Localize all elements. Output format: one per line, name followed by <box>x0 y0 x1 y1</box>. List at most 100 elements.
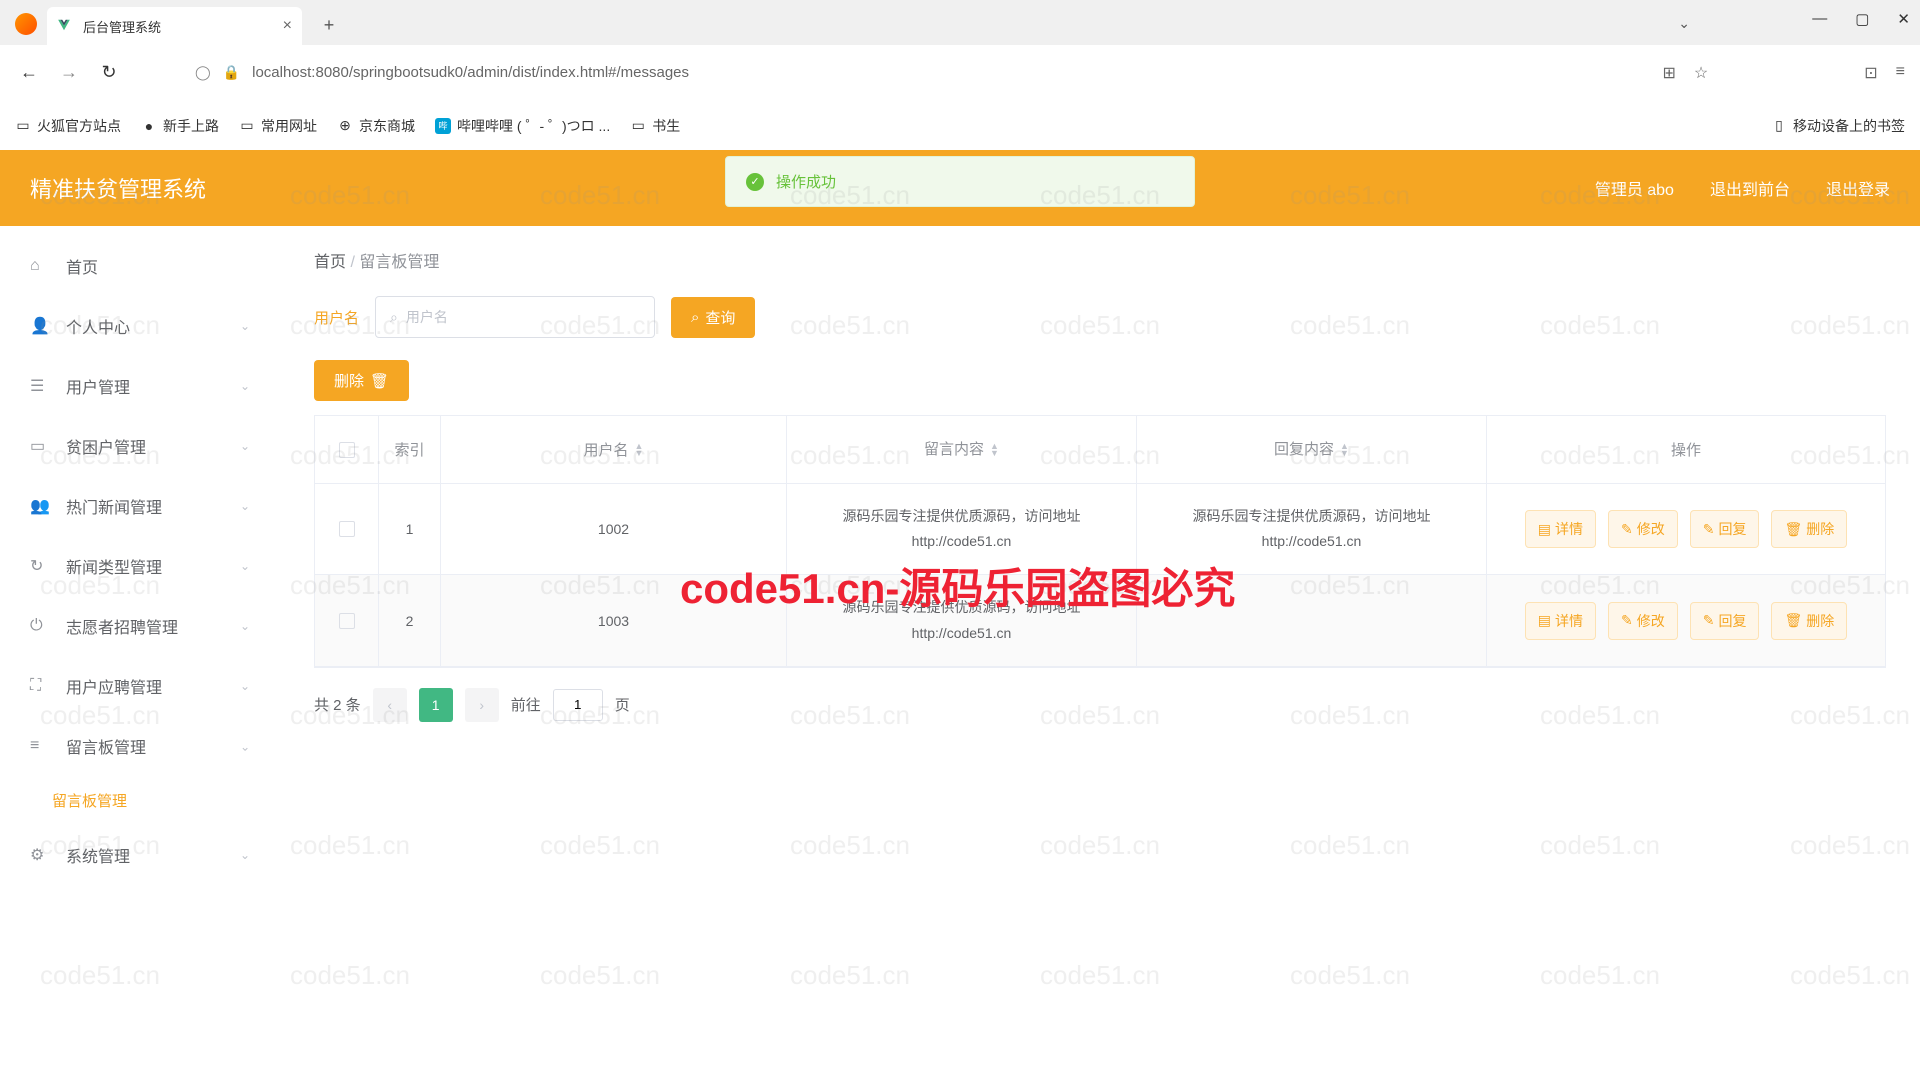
row-checkbox[interactable] <box>339 521 355 537</box>
batch-delete-button[interactable]: 删除 🗑 <box>314 360 409 401</box>
breadcrumb-current: 留言板管理 <box>359 254 439 271</box>
refresh-icon: ↻ <box>30 556 50 576</box>
doc-icon: ▤ <box>1538 521 1551 538</box>
power-icon: ⏻ <box>30 617 50 635</box>
pager-next[interactable]: › <box>465 688 499 722</box>
edit-icon: ✎ <box>1621 521 1633 538</box>
folder-icon: ▭ <box>239 118 255 134</box>
mobile-icon: ▯ <box>1771 118 1787 134</box>
breadcrumb-home[interactable]: 首页 <box>314 254 346 271</box>
chevron-up-icon: ⌃ <box>240 739 250 753</box>
detail-button[interactable]: ▤详情 <box>1525 510 1596 548</box>
bookmark-item[interactable]: ⊕京东商城 <box>337 116 415 136</box>
sidebar-item-system[interactable]: ⚙系统管理⌄ <box>0 825 280 885</box>
cell-reply: 源码乐园专注提供优质源码，访问地址http://code51.cn <box>1137 484 1487 574</box>
bookmarks-bar: ▭火狐官方站点 ●新手上路 ▭常用网址 ⊕京东商城 哔哔哩哔哩 ( ゜- ゜)つ… <box>0 100 1920 150</box>
bookmark-item[interactable]: ●新手上路 <box>141 116 219 136</box>
qr-icon[interactable]: ⊞ <box>1663 63 1676 83</box>
bookmark-item[interactable]: 哔哔哩哔哩 ( ゜- ゜)つロ ... <box>435 116 610 136</box>
minimize-icon[interactable]: — <box>1812 10 1827 28</box>
row-checkbox[interactable] <box>339 613 355 629</box>
search-input[interactable]: ⌕ 用户名 <box>375 296 655 338</box>
col-msg[interactable]: 留言内容▲▼ <box>787 416 1137 483</box>
sidebar-item-poverty[interactable]: ▭贫困户管理⌄ <box>0 416 280 476</box>
user-icon: 👤 <box>30 316 50 336</box>
bookmark-item[interactable]: ▭书生 <box>630 116 680 136</box>
mobile-bookmarks[interactable]: ▯移动设备上的书签 <box>1771 116 1905 136</box>
to-frontend-link[interactable]: 退出到前台 <box>1710 176 1790 200</box>
tabs-dropdown-icon[interactable]: ⌄ <box>1678 15 1690 32</box>
logout-link[interactable]: 退出登录 <box>1826 176 1890 200</box>
edit-button[interactable]: ✎修改 <box>1608 602 1678 640</box>
cell-msg: 源码乐园专注提供优质源码，访问地址http://code51.cn <box>787 575 1137 665</box>
sidebar: ⌂首页 👤个人中心⌄ ☰用户管理⌄ ▭贫困户管理⌄ 👥热门新闻管理⌄ ↻新闻类型… <box>0 226 280 1086</box>
app-header: 精准扶贫管理系统 ✓ 操作成功 管理员 abo 退出到前台 退出登录 <box>0 150 1920 226</box>
detail-button[interactable]: ▤详情 <box>1525 602 1596 640</box>
maximize-icon[interactable]: ▢ <box>1855 10 1869 28</box>
forward-icon[interactable]: → <box>55 62 83 83</box>
col-user[interactable]: 用户名▲▼ <box>441 416 787 483</box>
sidebar-item-news[interactable]: 👥热门新闻管理⌄ <box>0 476 280 536</box>
chevron-down-icon: ⌄ <box>240 619 250 633</box>
bookmark-star-icon[interactable]: ☆ <box>1694 63 1708 83</box>
sidebar-item-profile[interactable]: 👤个人中心⌄ <box>0 296 280 356</box>
search-icon: ⌕ <box>691 309 699 326</box>
chevron-down-icon: ⌄ <box>240 439 250 453</box>
admin-label[interactable]: 管理员 abo <box>1595 176 1674 200</box>
toast-text: 操作成功 <box>776 171 836 192</box>
users-icon: 👥 <box>30 496 50 516</box>
query-button[interactable]: ⌕ 查询 <box>671 297 755 338</box>
sidebar-item-newstype[interactable]: ↻新闻类型管理⌄ <box>0 536 280 596</box>
pager-page[interactable]: 1 <box>419 688 453 722</box>
url-text[interactable]: localhost:8080/springbootsudk0/admin/dis… <box>252 64 689 81</box>
breadcrumb: 首页 / 留言板管理 <box>314 248 1886 272</box>
reply-button[interactable]: ✎回复 <box>1690 602 1760 640</box>
sidebar-item-messages[interactable]: ≡留言板管理⌃ <box>0 716 280 776</box>
edit-icon: ✎ <box>1703 521 1715 538</box>
edit-icon: ✎ <box>1703 612 1715 629</box>
col-ops: 操作 <box>1487 416 1885 483</box>
bookmark-item[interactable]: ▭常用网址 <box>239 116 317 136</box>
back-icon[interactable]: ← <box>15 62 43 83</box>
tab-bar: 后台管理系统 × + ⌄ — ▢ ✕ <box>0 0 1920 45</box>
delete-button[interactable]: 🗑删除 <box>1771 510 1847 548</box>
edit-button[interactable]: ✎修改 <box>1608 510 1678 548</box>
sidebar-item-volunteer[interactable]: ⏻志愿者招聘管理⌄ <box>0 596 280 656</box>
globe-icon: ⊕ <box>337 118 353 134</box>
table-header-row: 索引 用户名▲▼ 留言内容▲▼ 回复内容▲▼ 操作 <box>315 416 1885 484</box>
extensions-icon[interactable]: ⊡ <box>1864 63 1877 83</box>
table-row: 1 1002 源码乐园专注提供优质源码，访问地址http://code51.cn… <box>315 484 1885 575</box>
sidebar-item-home[interactable]: ⌂首页 <box>0 236 280 296</box>
browser-tab[interactable]: 后台管理系统 × <box>47 7 302 45</box>
col-reply[interactable]: 回复内容▲▼ <box>1137 416 1487 483</box>
new-tab-button[interactable]: + <box>314 10 344 40</box>
cell-user: 1003 <box>441 575 787 665</box>
delete-button[interactable]: 🗑删除 <box>1771 602 1847 640</box>
pager-total: 共 2 条 <box>314 694 361 715</box>
gear-icon: ⚙ <box>30 845 50 865</box>
folder-icon: ▭ <box>15 118 31 134</box>
doc-icon: ▤ <box>1538 612 1551 629</box>
window-controls: — ▢ ✕ <box>1812 10 1910 28</box>
vue-icon <box>57 18 73 34</box>
pager-goto-input[interactable] <box>553 689 603 721</box>
sort-icon: ▲▼ <box>635 443 644 457</box>
select-all-checkbox[interactable] <box>339 442 355 458</box>
trash-icon: 🗑 <box>1784 521 1802 538</box>
bookmark-item[interactable]: ▭火狐官方站点 <box>15 116 121 136</box>
close-window-icon[interactable]: ✕ <box>1897 10 1910 28</box>
shield-icon[interactable]: ◯ <box>195 64 211 81</box>
reply-button[interactable]: ✎回复 <box>1690 510 1760 548</box>
reload-icon[interactable]: ↻ <box>95 62 123 83</box>
close-icon[interactable]: × <box>283 17 292 35</box>
sidebar-item-apply[interactable]: ⛶用户应聘管理⌄ <box>0 656 280 716</box>
pager-prev[interactable]: ‹ <box>373 688 407 722</box>
pagination: 共 2 条 ‹ 1 › 前往 页 <box>314 688 1886 722</box>
expand-icon: ⛶ <box>30 677 50 695</box>
trash-icon: 🗑 <box>1784 612 1802 629</box>
sidebar-item-users[interactable]: ☰用户管理⌄ <box>0 356 280 416</box>
lock-icon[interactable]: 🔒 <box>223 64 240 81</box>
app-menu-icon[interactable]: ≡ <box>1896 63 1905 83</box>
app-title: 精准扶贫管理系统 <box>30 172 206 204</box>
sidebar-sub-messages[interactable]: 留言板管理 <box>52 776 280 825</box>
